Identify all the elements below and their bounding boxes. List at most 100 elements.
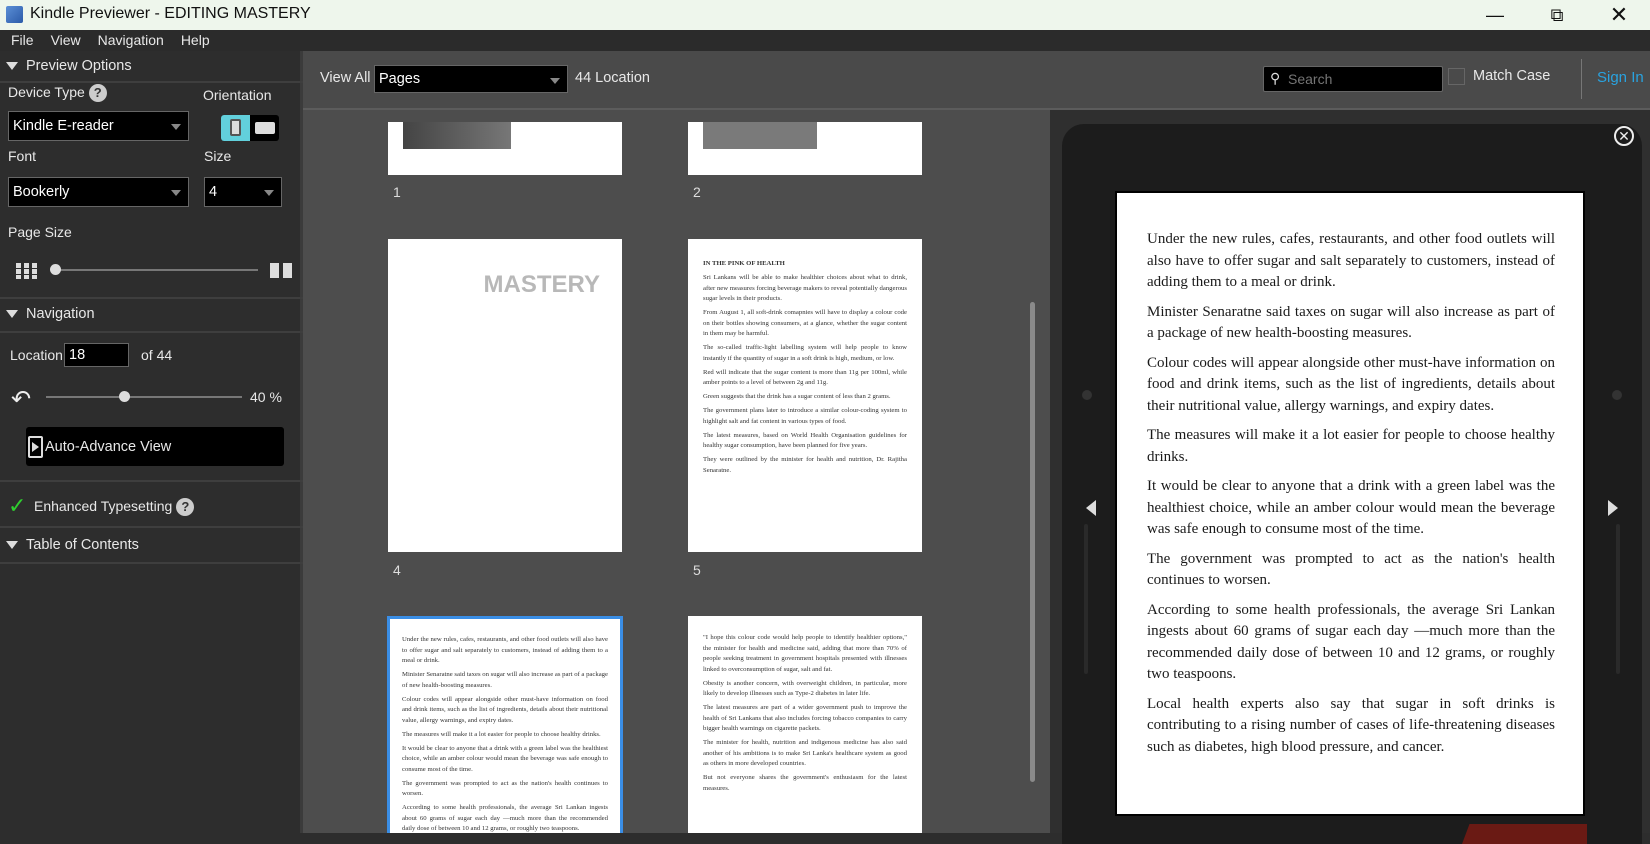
reader-paragraph: The measures will make it a lot easier f… <box>1147 427 1555 465</box>
enhanced-typesetting-label: Enhanced Typesetting? <box>34 498 195 517</box>
thumb-paragraph: But not everyone shares the government's… <box>703 774 907 792</box>
reader-paragraph: The government was prompted to act as th… <box>1147 550 1555 589</box>
search-input[interactable] <box>1288 69 1438 89</box>
size-label: Size <box>204 148 232 164</box>
page-thumbnail-6-selected[interactable]: Under the new rules, cafes, restaurants,… <box>387 616 623 833</box>
portrait-button[interactable] <box>221 115 250 141</box>
thumb-paragraph: Sri Lankans will be able to make healthi… <box>703 274 907 302</box>
select-value: Kindle E-reader <box>13 118 114 134</box>
left-panel: Preview Options Device Type? Orientation… <box>0 51 303 833</box>
menu-bar: File View Navigation Help <box>0 30 1650 51</box>
search-box[interactable]: ⚲ <box>1263 66 1443 92</box>
play-icon <box>28 435 43 458</box>
title-bar: Kindle Previewer - EDITING MASTERY — ⧉ ✕ <box>0 0 1650 30</box>
thumb-paragraph: The latest measures, based on World Heal… <box>703 431 907 450</box>
progress-percent: 40 % <box>250 389 282 405</box>
dropdown-arrow-icon <box>264 190 274 196</box>
grid-small-icon[interactable] <box>16 263 37 279</box>
divider <box>0 526 303 528</box>
location-count: 44 Location <box>575 70 650 86</box>
orientation-label: Orientation <box>203 87 272 103</box>
navigation-header[interactable]: Navigation <box>0 299 303 329</box>
next-page-arrow-icon[interactable] <box>1608 500 1618 516</box>
page-size-slider-thumb[interactable] <box>50 264 61 275</box>
view-mode-select[interactable]: Pages <box>374 65 568 93</box>
checkmark-icon[interactable]: ✓ <box>8 493 26 519</box>
reader-paragraph: Under the new rules, cafes, restaurants,… <box>1147 231 1555 290</box>
thumb-heading: IN THE PINK OF HEALTH <box>703 260 785 267</box>
page-number: 5 <box>693 562 701 578</box>
thumb-paragraph: The minister for health, nutrition and i… <box>703 739 907 767</box>
reader-paragraph: It would be clear to anyone that a drink… <box>1147 478 1555 537</box>
device-type-select[interactable]: Kindle E-reader <box>8 111 189 141</box>
thumb-paragraph: They were outlined by the minister for h… <box>703 456 907 474</box>
button-label: Auto-Advance View <box>45 438 172 455</box>
device-type-label: Device Type? <box>8 84 107 103</box>
close-preview-icon[interactable]: ✕ <box>1614 126 1634 146</box>
close-button[interactable]: ✕ <box>1596 0 1642 30</box>
page-size-label: Page Size <box>8 224 72 240</box>
cover-image <box>403 122 511 149</box>
dropdown-arrow-icon <box>171 124 181 130</box>
thumbnail-grid: 1 2 MASTERY 4 IN THE PINK OF HEALTH Sri … <box>303 110 1050 833</box>
thumb-paragraph: According to some health professionals, … <box>402 804 608 832</box>
page-thumbnail-2[interactable] <box>688 122 922 175</box>
thumb-paragraph: "I hope this colour code would help peop… <box>703 634 907 673</box>
thumb-paragraph: Green suggests that the drink has a suga… <box>703 393 891 400</box>
menu-view[interactable]: View <box>51 32 81 48</box>
divider <box>0 562 303 564</box>
font-select[interactable]: Bookerly <box>8 177 189 207</box>
orientation-toggle <box>221 115 279 141</box>
page-size-slider[interactable] <box>52 269 258 271</box>
location-label: Location <box>10 347 63 363</box>
help-icon[interactable]: ? <box>88 84 107 103</box>
divider <box>0 81 303 83</box>
device-preview: ✕ Under the new rules, cafes, restaurant… <box>1050 110 1650 844</box>
thumb-paragraph: The so-called traffic-light labelling sy… <box>703 344 907 362</box>
thumb-paragraph: Colour codes will appear alongside other… <box>402 695 608 724</box>
collapse-triangle-icon <box>6 541 18 549</box>
match-case-checkbox[interactable] <box>1448 68 1465 85</box>
section-title: Preview Options <box>26 58 132 74</box>
font-label: Font <box>8 148 37 164</box>
location-input[interactable]: 18 <box>64 343 129 367</box>
dropdown-arrow-icon <box>171 190 181 196</box>
red-tab <box>1462 824 1587 844</box>
menu-navigation[interactable]: Navigation <box>98 32 164 48</box>
back-arrow-icon[interactable]: ↶ <box>11 385 31 414</box>
thumb-paragraph: Minister Senaratne said taxes on sugar w… <box>402 671 608 689</box>
auto-advance-button[interactable]: Auto-Advance View <box>26 427 284 466</box>
menu-file[interactable]: File <box>11 32 34 48</box>
thumb-paragraph: Red will indicate that the sugar content… <box>703 368 907 387</box>
book-title-text: MASTERY <box>483 271 600 298</box>
help-icon[interactable]: ? <box>176 498 195 517</box>
size-select[interactable]: 4 <box>204 177 282 207</box>
location-slider[interactable] <box>46 396 242 398</box>
select-value: 4 <box>209 184 218 200</box>
search-icon: ⚲ <box>1270 70 1281 86</box>
divider <box>1581 59 1582 99</box>
select-value: Pages <box>379 71 421 87</box>
sign-in-link[interactable]: Sign In <box>1597 69 1644 86</box>
minimize-button[interactable]: — <box>1472 0 1518 30</box>
page-thumbnail-4[interactable]: MASTERY <box>388 239 622 552</box>
thumb-paragraph: Obesity is another concern, with overwei… <box>703 679 907 698</box>
page-thumbnail-1[interactable] <box>388 122 622 175</box>
app-icon <box>6 6 23 23</box>
location-slider-thumb[interactable] <box>119 391 131 402</box>
thumb-paragraph: Under the new rules, cafes, restaurants,… <box>402 636 608 664</box>
previous-page-arrow-icon[interactable] <box>1086 500 1096 516</box>
thumbnail-scrollbar[interactable] <box>1030 302 1035 782</box>
landscape-button[interactable] <box>251 115 279 141</box>
toc-header[interactable]: Table of Contents <box>0 530 303 560</box>
page-thumbnail-5[interactable]: IN THE PINK OF HEALTH Sri Lankans will b… <box>688 239 922 552</box>
grid-large-icon[interactable] <box>270 263 292 278</box>
thumb-paragraph: The government plans later to introduce … <box>703 407 907 425</box>
restore-button[interactable]: ⧉ <box>1534 0 1580 30</box>
collapse-triangle-icon <box>6 62 18 70</box>
menu-help[interactable]: Help <box>181 32 210 48</box>
window-title: Kindle Previewer - EDITING MASTERY <box>30 5 311 22</box>
page-thumbnail-7[interactable]: "I hope this colour code would help peop… <box>688 616 922 833</box>
dropdown-arrow-icon <box>550 78 560 84</box>
preview-options-header[interactable]: Preview Options <box>0 51 303 81</box>
